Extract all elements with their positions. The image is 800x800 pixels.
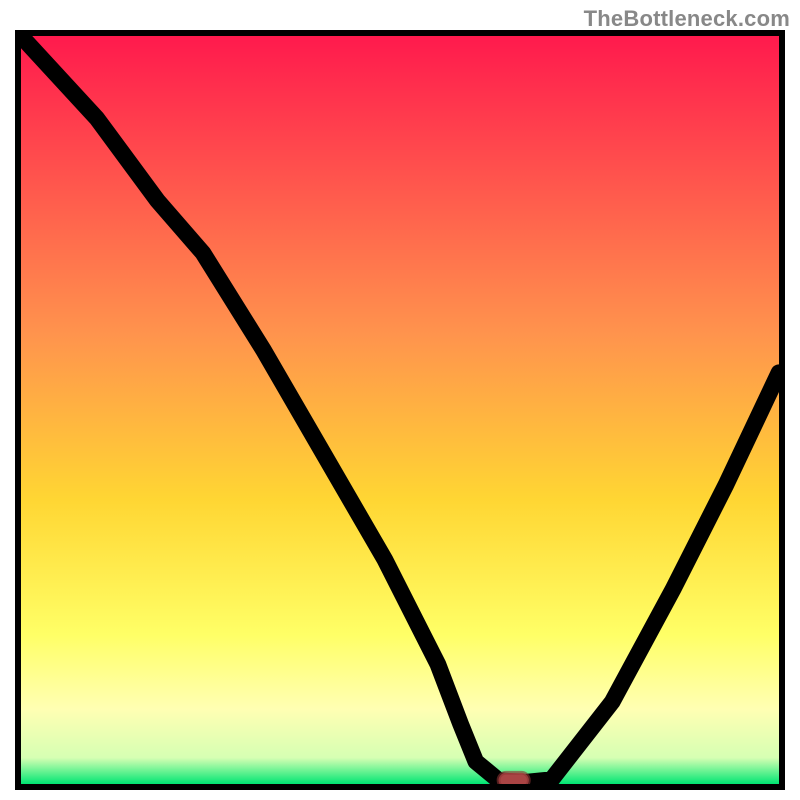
optimal-marker [499,773,529,784]
chart-frame [15,30,785,790]
chart-container: TheBottleneck.com [0,0,800,800]
watermark-text: TheBottleneck.com [584,6,790,32]
plot-area [21,36,779,784]
gradient-background [21,36,779,784]
chart-svg [21,36,779,784]
